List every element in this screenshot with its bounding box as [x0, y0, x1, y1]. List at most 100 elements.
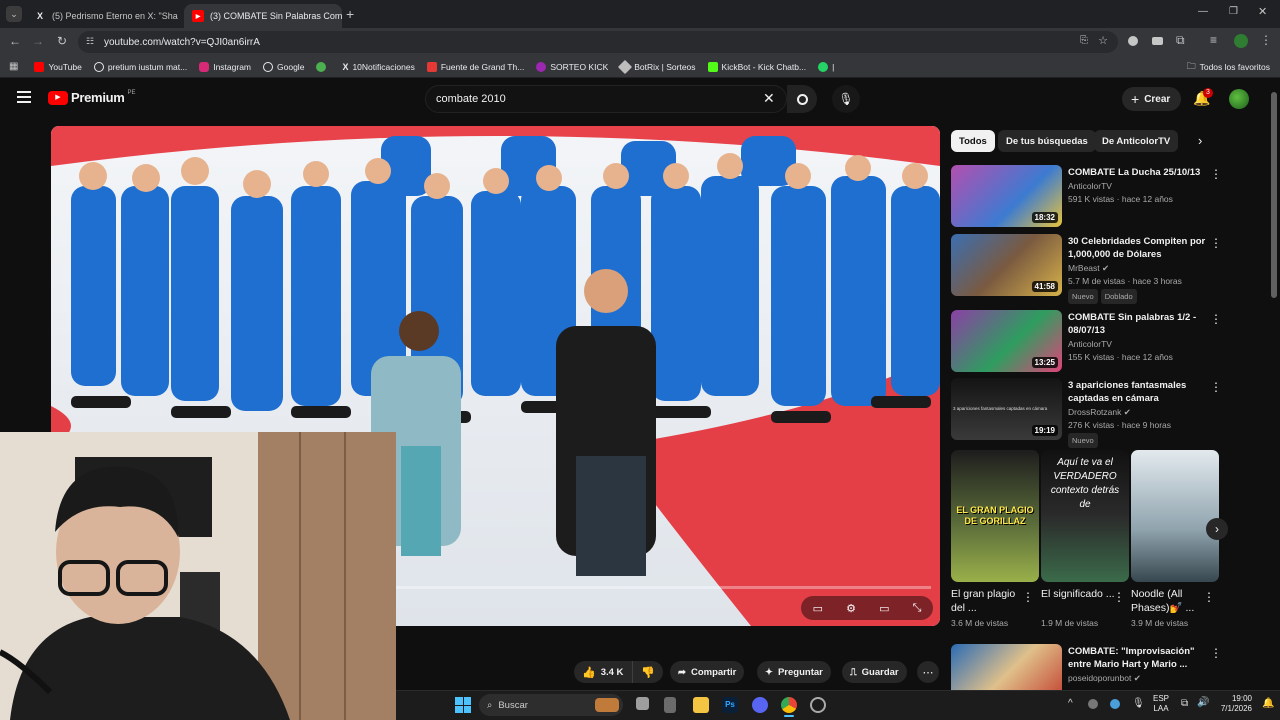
subtitles-icon[interactable]: ▭: [813, 602, 823, 615]
short-title[interactable]: Noodle (All Phases)💅 ...: [1131, 587, 1211, 615]
video-title[interactable]: COMBATE Sin palabras 1/2 - 08/07/13: [1068, 311, 1218, 337]
task-view-icon[interactable]: [636, 697, 649, 710]
app-icon[interactable]: [664, 697, 676, 713]
chevron-right-icon[interactable]: ›: [1198, 133, 1202, 148]
recommendation-item[interactable]: 41:58 30 Celebridades Compiten por 1,000…: [951, 234, 1261, 304]
tray-icon[interactable]: [1088, 699, 1098, 709]
chip-from-searches[interactable]: De tus búsquedas: [998, 130, 1096, 152]
media-control-icon[interactable]: ≡: [1210, 33, 1217, 47]
restore-icon[interactable]: ❐: [1229, 6, 1238, 17]
recommendation-item[interactable]: 18:32 COMBATE La Ducha 25/10/13 Anticolo…: [951, 165, 1261, 229]
extensions-puzzle-icon[interactable]: ⧉: [1176, 33, 1185, 48]
extension-icon[interactable]: [1128, 36, 1138, 46]
chrome-icon[interactable]: [781, 697, 797, 713]
shorts-next-button[interactable]: ›: [1206, 518, 1228, 540]
tab-search-icon[interactable]: ⌄: [6, 6, 22, 22]
short-thumbnail[interactable]: EL GRAN PLAGIO DE GORILLAZ: [951, 450, 1039, 582]
video-title[interactable]: COMBATE: "Improvisación" entre Mario Har…: [1068, 645, 1218, 671]
more-actions-icon[interactable]: ⋮: [1210, 646, 1222, 660]
video-progress-bar[interactable]: [396, 586, 931, 589]
dislike-button[interactable]: 👎: [632, 661, 663, 683]
bookmark-x-notifications[interactable]: X 10Notificaciones: [342, 62, 414, 72]
forward-icon[interactable]: →: [31, 34, 45, 48]
video-thumbnail[interactable]: [951, 644, 1062, 690]
reload-icon[interactable]: ↻: [55, 34, 69, 48]
photoshop-icon[interactable]: Ps: [722, 697, 738, 713]
bookmark-whatsapp[interactable]: |: [818, 61, 834, 72]
recommendation-item[interactable]: COMBATE: "Improvisación" entre Mario Har…: [951, 644, 1261, 690]
avatar[interactable]: [1229, 89, 1249, 109]
save-button[interactable]: ⎍ Guardar: [842, 661, 907, 683]
taskbar-search[interactable]: ⌕ Buscar: [479, 694, 623, 716]
short-title[interactable]: El gran plagio del ...: [951, 587, 1031, 615]
chip-from-channel[interactable]: De AnticolorTV: [1094, 130, 1179, 152]
show-hidden-icons[interactable]: ^: [1068, 698, 1073, 709]
channel-name[interactable]: poseidoporunbot ✔: [1068, 672, 1141, 685]
bookmark-botrix[interactable]: BotRix | Sorteos: [618, 59, 696, 74]
short-title[interactable]: El significado ...: [1041, 587, 1121, 601]
menu-kebab-icon[interactable]: ⋮: [1260, 33, 1272, 47]
short-thumbnail[interactable]: Aquí te va el VERDADERO contexto detrás …: [1041, 450, 1129, 582]
share-button[interactable]: ➦ Compartir: [670, 661, 745, 683]
site-info-icon[interactable]: ☷: [86, 36, 94, 47]
more-actions-icon[interactable]: ⋮: [1210, 380, 1222, 394]
extension-icon[interactable]: [1152, 37, 1163, 45]
channel-name[interactable]: AnticolorTV: [1068, 338, 1112, 351]
video-thumbnail[interactable]: 13:25: [951, 310, 1062, 372]
video-thumbnail[interactable]: 41:58: [951, 234, 1062, 296]
minimize-icon[interactable]: —: [1198, 6, 1208, 17]
clear-search-icon[interactable]: ✕: [763, 90, 775, 107]
language-indicator[interactable]: ESP LAA: [1153, 694, 1169, 714]
profile-avatar[interactable]: [1234, 34, 1248, 48]
more-actions-icon[interactable]: ⋮: [1210, 167, 1222, 181]
bookmark-unnamed[interactable]: [316, 61, 330, 72]
video-title[interactable]: 30 Celebridades Compiten por 1,000,000 d…: [1068, 235, 1218, 261]
channel-name[interactable]: AnticolorTV: [1068, 180, 1112, 193]
microphone-icon[interactable]: 🎙: [1132, 698, 1145, 709]
bookmark-gta-source[interactable]: Fuente de Grand Th...: [426, 61, 524, 72]
back-icon[interactable]: ←: [8, 34, 22, 48]
channel-name[interactable]: MrBeast ✔: [1068, 262, 1109, 275]
youtube-premium-logo[interactable]: ▶ Premium PE: [48, 90, 136, 105]
voice-search-button[interactable]: 🎙: [832, 85, 860, 113]
more-actions-icon[interactable]: ⋮: [1022, 590, 1034, 604]
like-button[interactable]: 👍 3.4 K: [574, 661, 634, 683]
chip-all[interactable]: Todos: [951, 130, 995, 152]
recommendation-item[interactable]: 3 apariciones fantasmales captadas en cá…: [951, 378, 1261, 448]
page-scrollbar[interactable]: [1271, 92, 1277, 298]
close-window-icon[interactable]: ✕: [1258, 5, 1267, 18]
settings-gear-icon[interactable]: ⚙: [846, 602, 856, 615]
network-icon[interactable]: ⧉: [1181, 698, 1188, 709]
bookmark-kickbot[interactable]: KickBot - Kick Chatb...: [707, 61, 806, 72]
hamburger-menu-icon[interactable]: [17, 91, 31, 103]
bookmark-star-icon[interactable]: ☆: [1098, 34, 1108, 47]
tab-pedrismo[interactable]: X (5) Pedrismo Eterno en X: "Sha ✕: [26, 4, 182, 28]
more-actions-icon[interactable]: ⋮: [1113, 590, 1125, 604]
notification-center-icon[interactable]: 🔔: [1262, 698, 1274, 709]
apps-grid-icon[interactable]: ▦: [9, 61, 18, 72]
app-icon[interactable]: [810, 697, 826, 713]
more-actions-icon[interactable]: ⋮: [1210, 236, 1222, 250]
video-title[interactable]: COMBATE La Ducha 25/10/13: [1068, 166, 1218, 179]
bookmark-google[interactable]: Google: [263, 61, 304, 72]
tab-combate[interactable]: ▶ (3) COMBATE Sin Palabras Com ✕: [184, 4, 342, 28]
windows-start-icon[interactable]: [455, 697, 471, 713]
video-thumbnail[interactable]: 3 apariciones fantasmales captadas en cá…: [951, 378, 1062, 440]
address-bar[interactable]: ☷ youtube.com/watch?v=QJI0an6irrA ⎘ ☆: [78, 31, 1118, 53]
video-title[interactable]: 3 apariciones fantasmales captadas en cá…: [1068, 379, 1218, 405]
recommendation-item[interactable]: 13:25 COMBATE Sin palabras 1/2 - 08/07/1…: [951, 310, 1261, 374]
volume-icon[interactable]: 🔊: [1197, 697, 1209, 708]
fullscreen-icon[interactable]: ⤡: [913, 602, 922, 615]
short-thumbnail[interactable]: [1131, 450, 1219, 582]
bookmark-youtube[interactable]: YouTube: [34, 61, 82, 72]
video-thumbnail[interactable]: 18:32: [951, 165, 1062, 227]
discord-icon[interactable]: [752, 697, 768, 713]
create-button[interactable]: + Crear: [1122, 87, 1182, 111]
bookmark-instagram[interactable]: Instagram: [199, 61, 251, 72]
bookmark-pretium[interactable]: pretium iustum mat...: [93, 61, 187, 72]
bookmark-sorteo-kick[interactable]: SORTEO KICK: [536, 61, 608, 72]
file-explorer-icon[interactable]: [693, 697, 709, 713]
all-bookmarks[interactable]: 🗀 Todos los favoritos: [1187, 59, 1270, 75]
new-tab-icon[interactable]: +: [346, 6, 354, 22]
more-options-button[interactable]: ⋯: [917, 661, 939, 683]
